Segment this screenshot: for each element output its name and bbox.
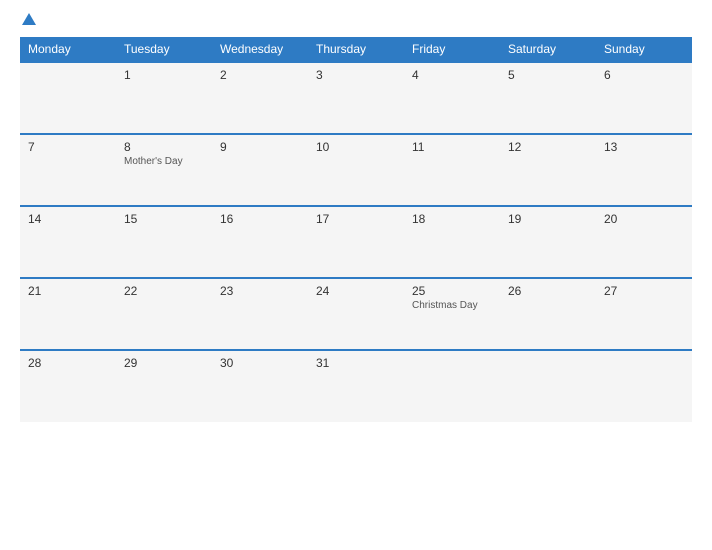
day-number: 28	[28, 356, 108, 370]
calendar-cell: 24	[308, 278, 404, 350]
calendar-cell: 21	[20, 278, 116, 350]
week-row-3: 14 15 16 17 18 19 20	[20, 206, 692, 278]
calendar-cell: 14	[20, 206, 116, 278]
calendar-cell: 27	[596, 278, 692, 350]
calendar-cell: 13	[596, 134, 692, 206]
day-number: 30	[220, 356, 300, 370]
calendar-cell: 17	[308, 206, 404, 278]
calendar-cell: 4	[404, 62, 500, 134]
calendar-cell: 28	[20, 350, 116, 422]
calendar-cell	[500, 350, 596, 422]
day-number: 1	[124, 68, 204, 82]
calendar-cell	[596, 350, 692, 422]
day-number: 27	[604, 284, 684, 298]
calendar-table: MondayTuesdayWednesdayThursdayFridaySatu…	[20, 37, 692, 422]
day-number: 11	[412, 140, 492, 154]
day-number: 25	[412, 284, 492, 298]
week-row-4: 21 22 23 24 25 Christmas Day 26 27	[20, 278, 692, 350]
day-header-thursday: Thursday	[308, 37, 404, 62]
day-number: 12	[508, 140, 588, 154]
calendar-body: 12345678Mother's Day91011121314151617181…	[20, 62, 692, 422]
calendar-cell: 20	[596, 206, 692, 278]
calendar-cell: 22	[116, 278, 212, 350]
day-number: 4	[412, 68, 492, 82]
calendar-cell: 16	[212, 206, 308, 278]
days-header-row: MondayTuesdayWednesdayThursdayFridaySatu…	[20, 37, 692, 62]
day-number: 6	[604, 68, 684, 82]
calendar-cell: 25 Christmas Day	[404, 278, 500, 350]
day-number: 15	[124, 212, 204, 226]
day-header-tuesday: Tuesday	[116, 37, 212, 62]
calendar-cell: 11	[404, 134, 500, 206]
day-number: 8	[124, 140, 204, 154]
calendar-cell: 8 Mother's Day	[116, 134, 212, 206]
calendar-cell: 7	[20, 134, 116, 206]
day-number: 17	[316, 212, 396, 226]
day-number: 9	[220, 140, 300, 154]
calendar-cell: 31	[308, 350, 404, 422]
calendar-cell: 29	[116, 350, 212, 422]
day-number: 31	[316, 356, 396, 370]
day-number: 22	[124, 284, 204, 298]
day-header-friday: Friday	[404, 37, 500, 62]
day-event: Mother's Day	[124, 156, 204, 167]
calendar-cell: 19	[500, 206, 596, 278]
day-number: 3	[316, 68, 396, 82]
day-number: 5	[508, 68, 588, 82]
day-number: 29	[124, 356, 204, 370]
week-row-5: 28 29 30 31	[20, 350, 692, 422]
day-number: 10	[316, 140, 396, 154]
day-number: 19	[508, 212, 588, 226]
day-number: 13	[604, 140, 684, 154]
day-header-monday: Monday	[20, 37, 116, 62]
day-header-sunday: Sunday	[596, 37, 692, 62]
day-number: 20	[604, 212, 684, 226]
day-number: 23	[220, 284, 300, 298]
calendar-cell: 10	[308, 134, 404, 206]
day-number: 26	[508, 284, 588, 298]
day-header-wednesday: Wednesday	[212, 37, 308, 62]
day-number: 24	[316, 284, 396, 298]
header	[20, 15, 692, 27]
day-number: 14	[28, 212, 108, 226]
calendar-cell: 15	[116, 206, 212, 278]
calendar-cell: 18	[404, 206, 500, 278]
calendar-cell: 30	[212, 350, 308, 422]
calendar-cell: 1	[116, 62, 212, 134]
calendar-cell: 6	[596, 62, 692, 134]
day-number: 16	[220, 212, 300, 226]
calendar-cell	[404, 350, 500, 422]
calendar-cell: 26	[500, 278, 596, 350]
logo	[20, 15, 36, 27]
logo-flag-icon	[22, 13, 36, 25]
day-number: 18	[412, 212, 492, 226]
calendar-cell: 3	[308, 62, 404, 134]
day-number: 2	[220, 68, 300, 82]
calendar-cell	[20, 62, 116, 134]
calendar-cell: 9	[212, 134, 308, 206]
calendar-page: MondayTuesdayWednesdayThursdayFridaySatu…	[0, 0, 712, 550]
calendar-cell: 12	[500, 134, 596, 206]
day-number: 21	[28, 284, 108, 298]
calendar-cell: 23	[212, 278, 308, 350]
day-header-saturday: Saturday	[500, 37, 596, 62]
calendar-header: MondayTuesdayWednesdayThursdayFridaySatu…	[20, 37, 692, 62]
week-row-2: 7 8 Mother's Day 9 10 11 12 13	[20, 134, 692, 206]
week-row-1: 1 2 3 4 5 6	[20, 62, 692, 134]
calendar-cell: 2	[212, 62, 308, 134]
day-number: 7	[28, 140, 108, 154]
calendar-cell: 5	[500, 62, 596, 134]
day-event: Christmas Day	[412, 300, 492, 311]
